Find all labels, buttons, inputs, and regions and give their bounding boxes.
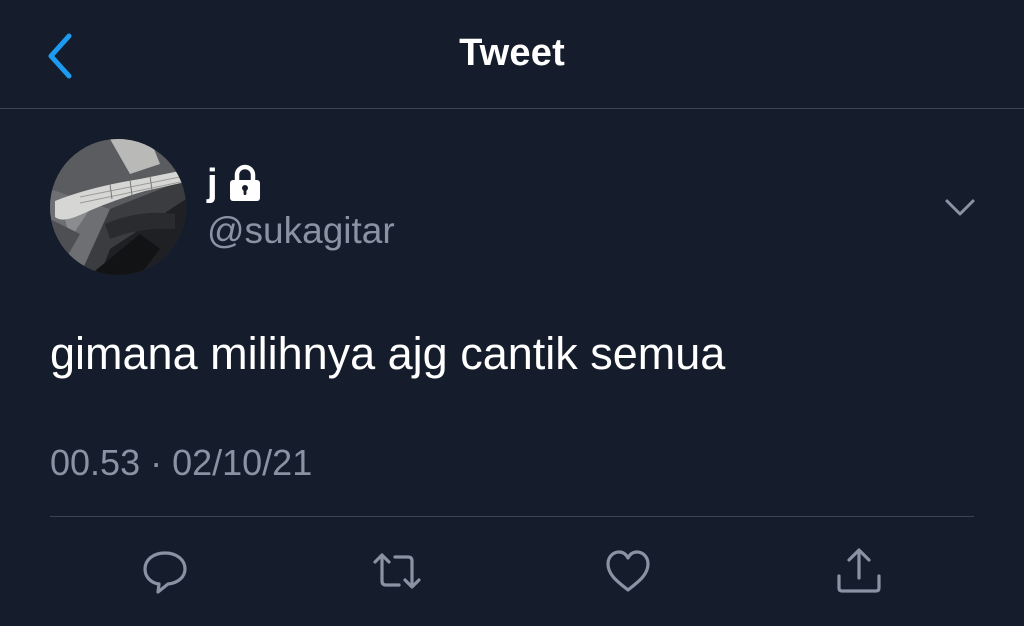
tweet-timestamp[interactable]: 00.53 · 02/10/21 [50,442,312,484]
chevron-down-icon [945,199,975,216]
author-name-row[interactable]: j [207,158,262,208]
like-button[interactable] [603,546,653,596]
more-options-button[interactable] [940,192,980,222]
retweet-button[interactable] [372,546,422,596]
author-display-name: j [207,162,218,204]
like-icon [606,550,650,592]
avatar[interactable] [50,139,186,275]
retweet-icon [373,553,421,589]
reply-icon [143,551,187,594]
reply-button[interactable] [140,546,190,596]
author-handle[interactable]: @sukagitar [207,210,395,252]
divider [50,516,974,517]
tweet-detail-screen: Tweet j @sukagitar gimana milihnya ajg c… [0,0,1024,626]
share-icon [837,548,881,593]
lock-icon [229,164,260,201]
tweet-text: gimana milihnya ajg cantik semua [50,328,726,379]
avatar-guitar-photo [50,139,186,275]
page-title: Tweet [459,32,565,74]
top-navigation-bar: Tweet [0,0,1024,109]
share-button[interactable] [834,546,884,596]
